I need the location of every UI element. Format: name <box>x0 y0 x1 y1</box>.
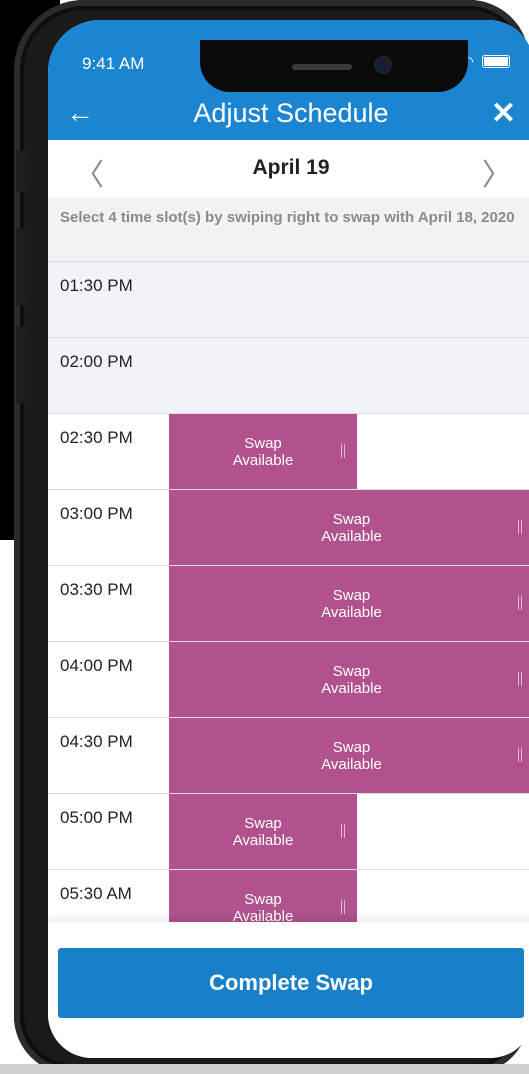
swap-available-slot[interactable]: Swap Available <box>169 490 529 565</box>
mute-switch <box>16 150 30 192</box>
camera-icon <box>376 58 390 72</box>
slot-label-line1: Swap <box>332 662 371 680</box>
time-slot-row[interactable]: 03:30 PM Swap Available <box>48 566 529 642</box>
time-slot-row[interactable]: 01:30 PM <box>48 262 529 338</box>
page-title: Adjust Schedule <box>193 98 389 128</box>
time-slot-row[interactable]: 02:30 PM Swap Available <box>48 414 529 490</box>
slot-label-line2: Available <box>321 527 382 545</box>
slot-label-line2: Available <box>232 831 294 849</box>
time-slot-row[interactable]: 02:00 PM <box>48 338 529 414</box>
slot-label-line1: Swap <box>244 434 282 452</box>
time-label: 04:00 PM <box>60 656 133 675</box>
slot-label-line2: Available <box>321 603 382 621</box>
slot-label-line1: Swap <box>332 738 371 756</box>
time-slot-row[interactable]: 03:00 PM Swap Available <box>48 490 529 566</box>
app-bar: ← Adjust Schedule ✕ <box>48 90 529 140</box>
close-icon[interactable]: ✕ <box>491 96 516 131</box>
time-label: 02:00 PM <box>60 352 133 371</box>
slot-label-line2: Available <box>321 679 382 697</box>
time-label: 02:30 PM <box>60 428 133 447</box>
date-navigator: 〈 April 19 〉 <box>48 140 529 199</box>
swap-available-slot[interactable]: Swap Available <box>169 566 529 641</box>
complete-swap-button[interactable]: Complete Swap <box>58 948 524 1018</box>
time-slot-list[interactable]: 01:30 PM 02:00 PM 02:30 PM Swap Available 03:… <box>48 262 529 946</box>
slot-label-line1: Swap <box>332 586 371 604</box>
time-label: 03:30 PM <box>60 580 133 599</box>
drag-handle-icon[interactable] <box>518 520 522 534</box>
time-label: 01:30 PM <box>60 276 133 295</box>
drag-handle-icon[interactable] <box>518 672 522 686</box>
phone-frame: 9:41 AM ◠ ← Adjust Schedule ✕ 〈 April 19… <box>14 0 529 1074</box>
drag-handle-icon[interactable] <box>341 444 345 458</box>
drag-handle-icon[interactable] <box>518 748 522 762</box>
swap-available-slot[interactable]: Swap Available <box>169 414 357 489</box>
drag-handle-icon[interactable] <box>518 596 522 610</box>
battery-icon <box>482 54 510 68</box>
speaker <box>292 64 352 70</box>
current-date: April 19 <box>252 156 330 179</box>
swap-available-slot[interactable]: Swap Available <box>169 718 529 793</box>
bottom-edge <box>0 1064 529 1074</box>
time-slot-row[interactable]: 05:00 PM Swap Available <box>48 794 529 870</box>
chevron-right-icon[interactable]: 〉 <box>482 150 512 194</box>
slot-label-line1: Swap <box>332 510 371 528</box>
drag-handle-icon[interactable] <box>341 900 345 914</box>
instruction-text: Select 4 time slot(s) by swiping right t… <box>48 198 529 262</box>
notch <box>200 40 468 92</box>
footer: Complete Swap <box>48 922 529 1058</box>
swap-available-slot[interactable]: Swap Available <box>169 642 529 717</box>
time-slot-row[interactable]: 04:30 PM Swap Available <box>48 718 529 794</box>
slot-label-line2: Available <box>232 451 294 469</box>
time-label: 04:30 PM <box>60 732 133 751</box>
slot-label-line2: Available <box>321 755 382 773</box>
status-time: 9:41 AM <box>82 54 145 73</box>
drag-handle-icon[interactable] <box>341 824 345 838</box>
slot-label-line1: Swap <box>244 890 282 908</box>
time-label: 03:00 PM <box>60 504 133 523</box>
swap-available-slot[interactable]: Swap Available <box>169 794 357 869</box>
volume-up-button <box>16 228 30 306</box>
phone-screen: 9:41 AM ◠ ← Adjust Schedule ✕ 〈 April 19… <box>48 20 529 1058</box>
time-label: 05:30 AM <box>60 884 132 903</box>
volume-down-button <box>16 326 30 404</box>
time-slot-row[interactable]: 04:00 PM Swap Available <box>48 642 529 718</box>
time-label: 05:00 PM <box>60 808 133 827</box>
slot-label-line1: Swap <box>244 814 282 832</box>
